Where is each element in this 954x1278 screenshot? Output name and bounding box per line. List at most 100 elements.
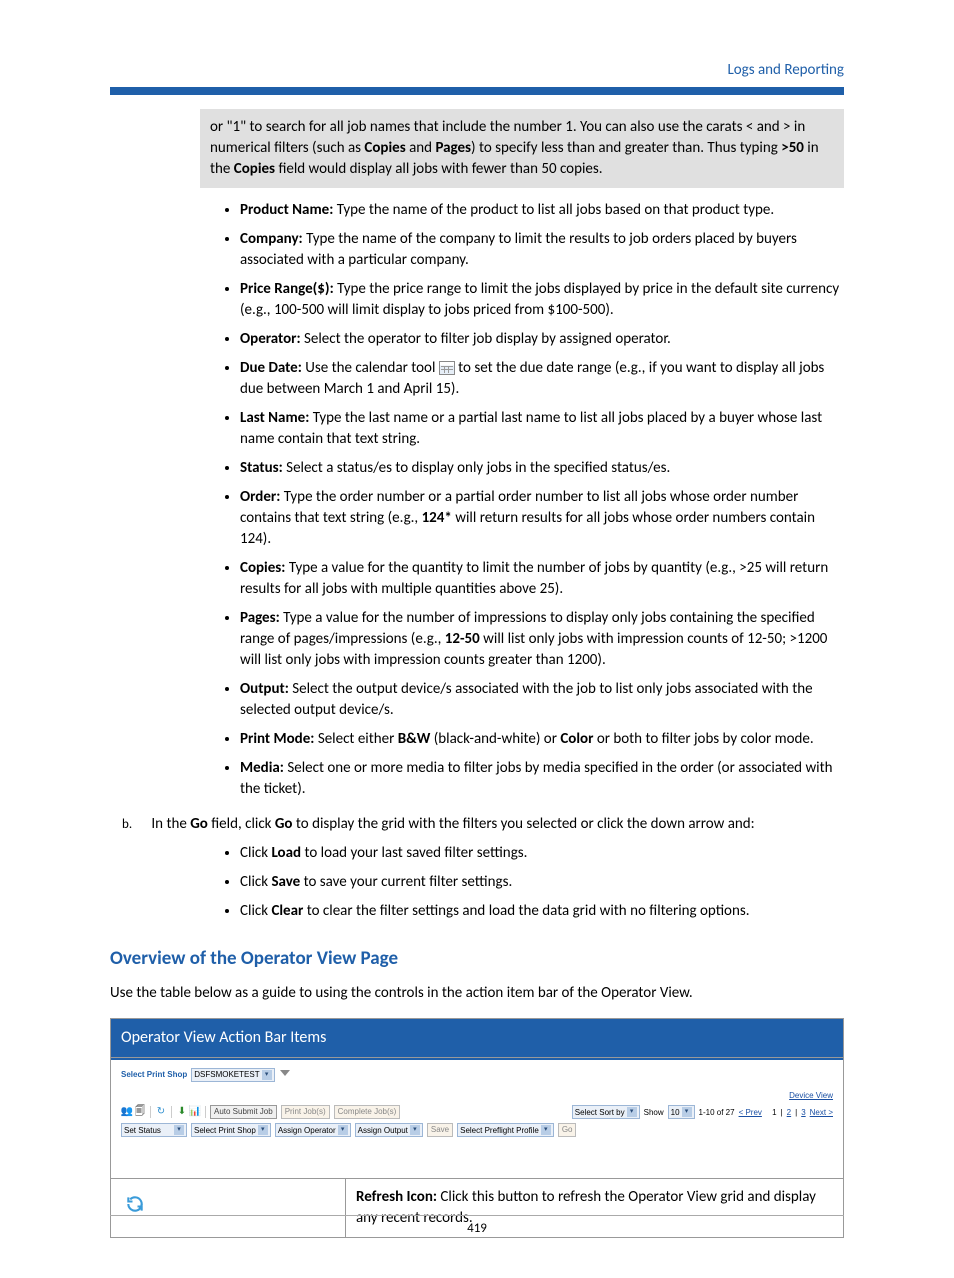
bullet-copies: Copies: Type a value for the quantity to… [240,558,844,600]
page-number: 419 [467,1221,487,1236]
print-shop-value: DSFSMOKETEST [194,1069,259,1080]
pager-next[interactable]: Next > [810,1107,833,1118]
bullet-pages: Pages: Type a value for the number of im… [240,608,844,671]
table-header: Operator View Action Bar Items [111,1018,844,1057]
bullet-label: Load [271,844,301,862]
bullet-text: Select a status/es to display only jobs … [283,459,671,477]
filter-icon[interactable] [279,1069,291,1081]
bullet-operator: Operator: Select the operator to filter … [240,329,844,350]
overview-intro: Use the table below as a guide to using … [110,983,844,1004]
people-icon[interactable]: 👥 [121,1106,133,1118]
note-pages: Pages [435,139,471,157]
bullet-label: Print Mode: [240,730,314,748]
print-jobs-button[interactable]: Print Job(s) [281,1105,330,1119]
bullet-text: (black-and-white) or [430,730,560,748]
bullet-bw: B&W [398,730,431,748]
chevron-down-icon: ▾ [338,1125,348,1135]
select-print-shop-label: Select Print Shop [194,1125,256,1136]
chevron-down-icon: ▾ [410,1125,420,1135]
bullet-output: Output: Select the output device/s assoc… [240,679,844,721]
calendar-icon [439,361,455,375]
assign-output-label: Assign Output [358,1125,408,1136]
pager-sep: | [795,1107,797,1118]
pager-3[interactable]: 3 [801,1107,805,1118]
refresh-icon[interactable]: ↻ [155,1106,167,1118]
bullet-media: Media: Select one or more media to filte… [240,758,844,800]
bullet-text: Click [240,902,271,920]
bullet-example: 124* [422,509,452,527]
bullet-due-date: Due Date: Use the calendar tool to set t… [240,358,844,400]
bullet-text: Select the output device/s associated wi… [240,680,813,719]
show-dropdown[interactable]: 10 ▾ [668,1105,695,1119]
chart-icon[interactable]: 📊 [189,1106,201,1118]
action-bar-screenshot: Select Print Shop DSFSMOKETEST ▾ Device … [111,1057,844,1178]
bullet-clear: Click Clear to clear the filter settings… [240,901,844,922]
bullet-order: Order: Type the order number or a partia… [240,487,844,550]
preflight-label: Select Preflight Profile [460,1125,539,1136]
pager-range: 1-10 of 27 [699,1107,735,1118]
assign-operator-dropdown[interactable]: Assign Operator ▾ [275,1123,351,1137]
bullet-text: Type the last name or a partial last nam… [240,409,822,448]
set-status-label: Set Status [124,1125,161,1136]
select-print-shop-dropdown[interactable]: Select Print Shop ▾ [191,1123,271,1137]
page-container: Logs and Reporting or "1" to search for … [0,0,954,1278]
device-view-link[interactable]: Device View [789,1091,833,1100]
header-rule [110,87,844,95]
bullet-text: Select one or more media to filter jobs … [240,759,833,798]
bullet-last-name: Last Name: Type the last name or a parti… [240,408,844,450]
note-text: and [406,139,436,157]
bullet-label: Media: [240,759,284,777]
show-label: Show [644,1107,664,1118]
bullet-status: Status: Select a status/es to display on… [240,458,844,479]
bullet-load: Click Load to load your last saved filte… [240,843,844,864]
bullet-product-name: Product Name: Type the name of the produ… [240,200,844,221]
print-shop-dropdown[interactable]: DSFSMOKETEST ▾ [191,1068,274,1082]
pager-sep [766,1107,768,1118]
bullet-label: Clear [271,902,303,920]
chevron-down-icon: ▾ [262,1070,272,1080]
bullet-label: Copies: [240,559,285,577]
preflight-dropdown[interactable]: Select Preflight Profile ▾ [457,1123,554,1137]
bullet-label: Price Range($): [240,280,334,298]
step-b: b. In the Go field, click Go to display … [122,814,844,835]
auto-submit-button[interactable]: Auto Submit Job [210,1105,277,1119]
bullet-text: or both to filter jobs by color mode. [593,730,813,748]
complete-jobs-button[interactable]: Complete Job(s) [334,1105,401,1119]
bullet-label: Due Date: [240,359,302,377]
bullet-label: Status: [240,459,283,477]
bullet-save: Click Save to save your current filter s… [240,872,844,893]
bullet-text: to load your last saved filter settings. [301,844,527,862]
bullet-example: 12-50 [445,630,480,648]
assign-output-dropdown[interactable]: Assign Output ▾ [355,1123,423,1137]
export-icon[interactable]: ⬇ [176,1106,188,1118]
go-button[interactable]: Go [558,1123,577,1137]
sort-by-label: Select Sort by [575,1107,625,1118]
footer-rule [110,1215,844,1216]
note-copies2: Copies [234,160,275,178]
step-text: to display the grid with the filters you… [293,815,755,833]
bullet-text: Type a value for the quantity to limit t… [240,559,828,598]
bullet-text: Type the name of the company to limit th… [240,230,797,269]
step-go: Go [190,815,208,833]
sort-by-dropdown[interactable]: Select Sort by ▾ [572,1105,640,1119]
chevron-down-icon: ▾ [174,1125,184,1135]
bullet-text: Select either [314,730,397,748]
mock-actionbar: Select Print Shop DSFSMOKETEST ▾ Device … [111,1058,843,1178]
note-box: or "1" to search for all job names that … [200,109,844,188]
note-copies: Copies [364,139,405,157]
set-status-dropdown[interactable]: Set Status ▾ [121,1123,187,1137]
bullet-text: Use the calendar tool [302,359,439,377]
pager-prev[interactable]: < Prev [739,1107,762,1118]
pager-2[interactable]: 2 [787,1107,791,1118]
pager-sep: | [781,1107,783,1118]
chevron-down-icon: ▾ [682,1107,692,1117]
copy-icon[interactable]: 🗐 [134,1106,146,1118]
bullet-text: Click [240,844,271,862]
select-print-shop-label: Select Print Shop [121,1069,187,1080]
bullet-label: Pages: [240,609,280,627]
note-gt50: >50 [781,139,804,157]
bullet-company: Company: Type the name of the company to… [240,229,844,271]
save-button[interactable]: Save [427,1123,453,1137]
overview-heading: Overview of the Operator View Page [110,946,844,973]
note-text: field would display all jobs with fewer … [275,160,602,178]
